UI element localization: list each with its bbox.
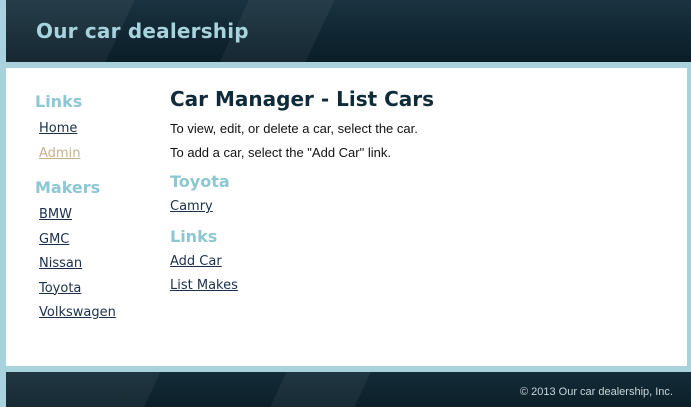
content-area: Links Home Admin Makers BMW GMC Nissan T…	[6, 68, 687, 366]
bottom-strip	[0, 407, 691, 413]
sidebar-links-group: Links Home Admin	[35, 92, 145, 166]
main-links-heading: Links	[170, 226, 218, 246]
maker-link-toyota[interactable]: Toyota	[39, 277, 145, 302]
maker-link-bmw[interactable]: BMW	[39, 203, 145, 228]
maker-link-nissan[interactable]: Nissan	[39, 252, 145, 277]
sidebar-link-home[interactable]: Home	[39, 117, 145, 142]
list-makes-link[interactable]: List Makes	[170, 274, 650, 299]
sidebar: Links Home Admin Makers BMW GMC Nissan T…	[35, 92, 145, 338]
copyright-text: © 2013 Our car dealership, Inc.	[519, 386, 673, 398]
sidebar-makers-heading: Makers	[35, 178, 101, 197]
make-heading: Toyota	[170, 172, 230, 191]
instruction-add: To add a car, select the "Add Car" link.	[170, 145, 391, 160]
site-header: Our car dealership	[6, 0, 691, 62]
maker-link-gmc[interactable]: GMC	[39, 228, 145, 253]
maker-link-volkswagen[interactable]: Volkswagen	[39, 301, 145, 326]
page-title: Car Manager - List Cars	[170, 87, 435, 111]
site-title: Our car dealership	[36, 19, 249, 43]
instruction-view: To view, edit, or delete a car, select t…	[170, 121, 418, 136]
sidebar-links-heading: Links	[35, 92, 83, 111]
main-content: Car Manager - List Cars To view, edit, o…	[170, 87, 650, 299]
site-footer: © 2013 Our car dealership, Inc.	[6, 372, 691, 407]
sidebar-makers-group: Makers BMW GMC Nissan Toyota Volkswagen	[35, 178, 145, 326]
sidebar-link-admin[interactable]: Admin	[39, 142, 145, 167]
add-car-link[interactable]: Add Car	[170, 250, 650, 275]
car-link-camry[interactable]: Camry	[170, 195, 650, 220]
